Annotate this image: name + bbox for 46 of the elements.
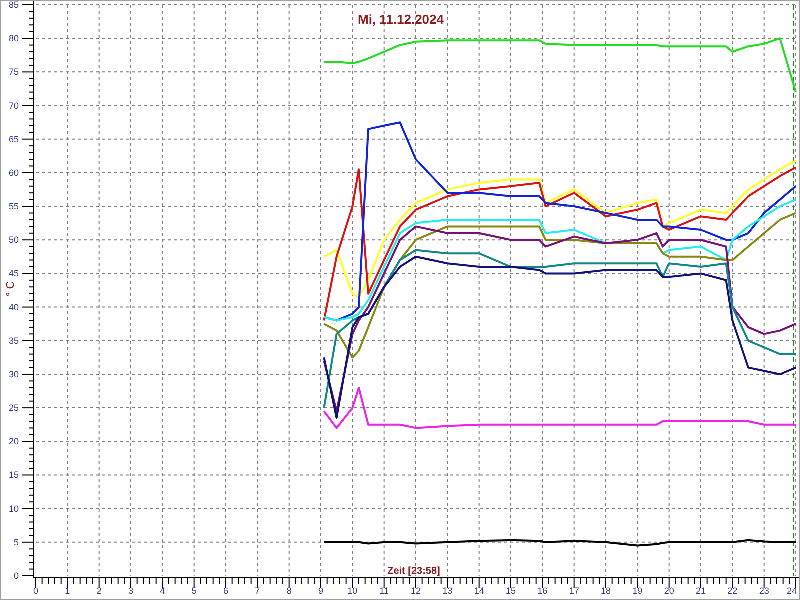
- x-tick-label: 17: [569, 586, 580, 596]
- x-axis-label: Zeit [23:58]: [388, 566, 440, 577]
- y-tick-label: 40: [8, 302, 19, 312]
- y-tick-label: 65: [8, 134, 19, 144]
- x-tick-label: 21: [696, 586, 706, 596]
- x-tick-label: 15: [506, 586, 516, 596]
- x-tick-label: 14: [474, 586, 484, 596]
- x-tick-label: 22: [728, 586, 738, 596]
- y-tick-label: 45: [8, 268, 19, 279]
- x-tick-label: 2: [96, 586, 102, 596]
- y-tick-label: 5: [14, 537, 19, 548]
- x-tick-label: 24: [786, 586, 797, 596]
- x-tick-label: 20: [664, 586, 674, 596]
- y-tick-label: 70: [8, 100, 19, 111]
- y-tick-label: 35: [8, 336, 19, 346]
- y-tick-label: 50: [8, 235, 19, 246]
- x-tick-label: 8: [286, 586, 292, 596]
- y-axis-label: ° C: [5, 281, 17, 297]
- y-tick-label: 85: [8, 1, 19, 10]
- x-tick-label: 10: [348, 586, 358, 596]
- y-tick-label: 60: [8, 168, 19, 178]
- y-tick-label: 55: [8, 202, 19, 212]
- y-tick-label: 30: [8, 369, 19, 380]
- y-tick-label: 0: [14, 571, 19, 581]
- x-tick-label: 12: [411, 586, 421, 596]
- x-tick-label: 18: [601, 586, 611, 596]
- x-tick-label: 6: [224, 586, 228, 596]
- x-tick-label: 3: [128, 586, 134, 596]
- x-tick-label: 7: [255, 586, 260, 596]
- x-tick-label: 9: [318, 586, 324, 596]
- y-tick-label: 75: [8, 67, 19, 78]
- y-tick-label: 80: [8, 34, 19, 44]
- x-tick-label: 23: [759, 586, 770, 596]
- x-tick-label: 19: [632, 586, 643, 596]
- y-tick-label: 15: [8, 470, 19, 480]
- x-tick-label: 1: [65, 586, 70, 596]
- y-tick-label: 25: [8, 403, 19, 414]
- y-tick-label: 10: [8, 504, 19, 514]
- x-tick-label: 16: [538, 586, 548, 596]
- y-tick-label: 20: [8, 436, 19, 447]
- x-tick-label: 5: [192, 586, 197, 596]
- x-tick-label: 13: [442, 586, 453, 596]
- chart-title: Mi, 11.12.2024: [358, 12, 444, 27]
- x-tick-label: 0: [34, 586, 38, 596]
- x-tick-label: 4: [160, 586, 166, 596]
- x-tick-label: 11: [380, 586, 389, 596]
